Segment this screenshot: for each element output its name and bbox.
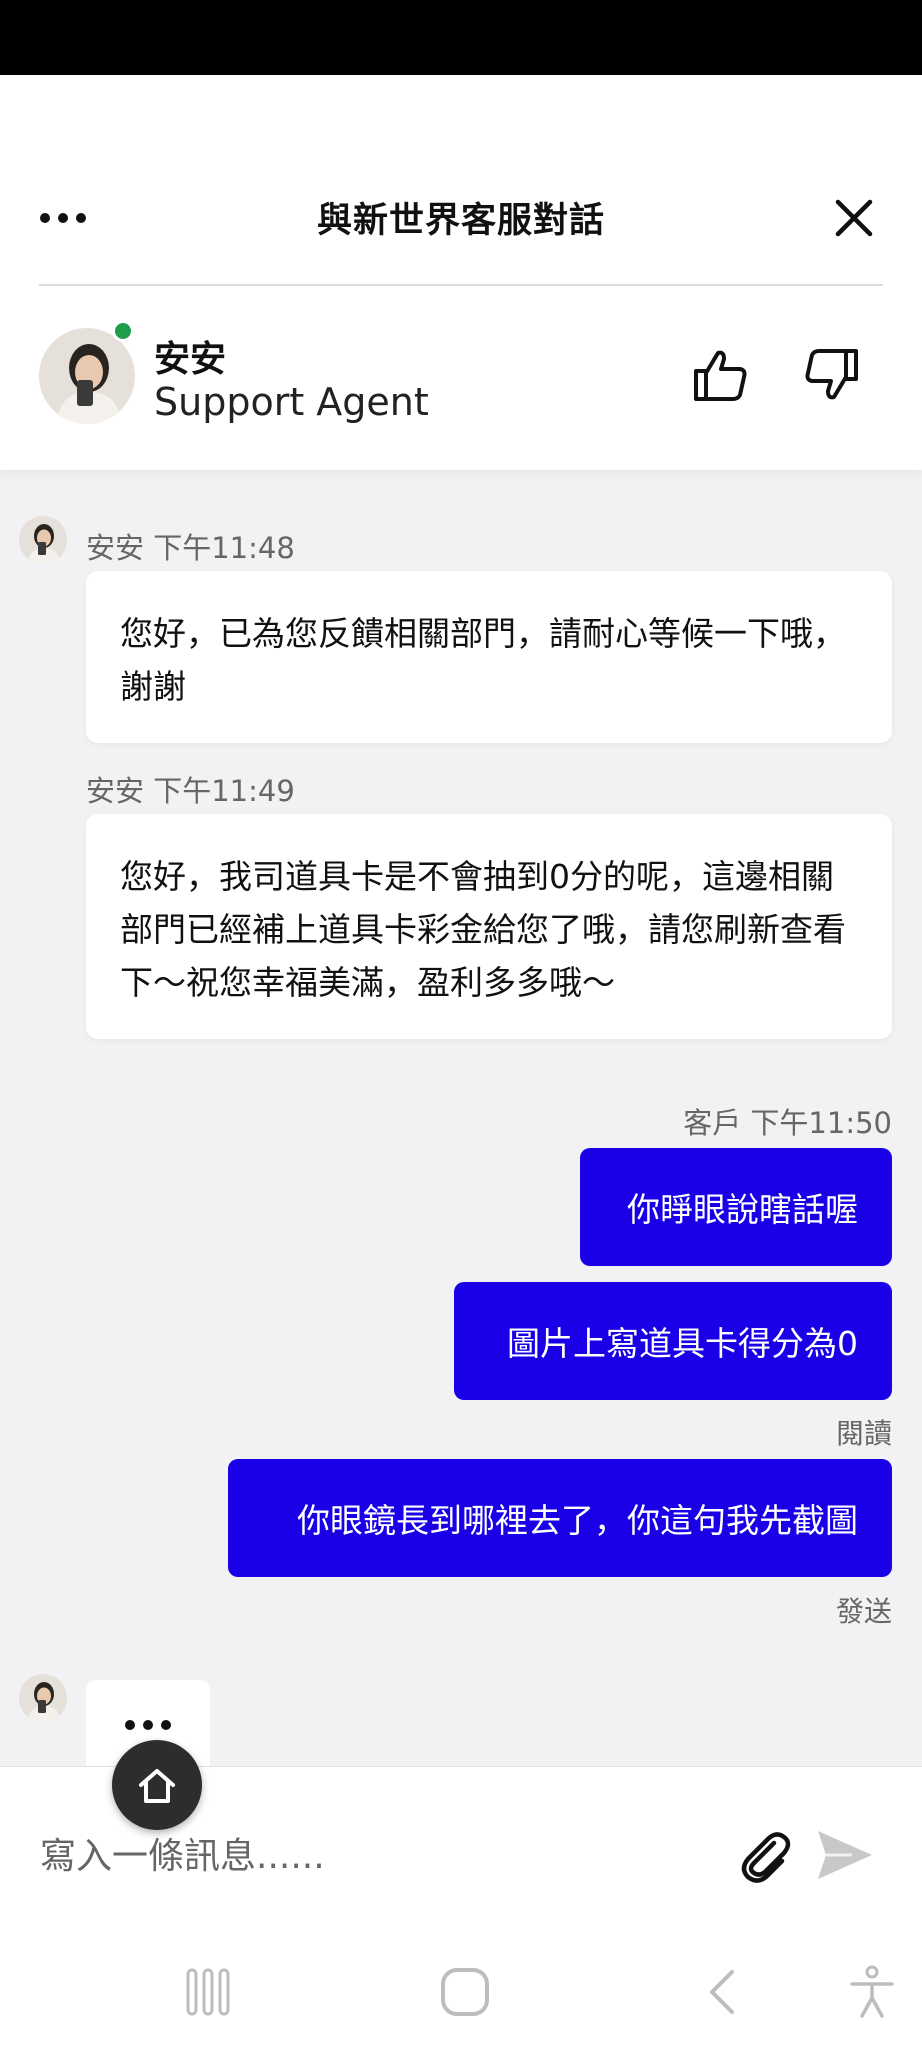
thumbs-down-icon [805,349,858,400]
typing-dot [143,1720,153,1730]
online-status-indicator [112,320,134,342]
message-sender: 客戶 [683,1106,742,1140]
chat-header [0,75,922,470]
typing-avatar [19,1674,67,1722]
message-time: 下午11:48 [153,531,295,565]
rate-up-button[interactable] [690,345,750,405]
status-bar [0,0,922,75]
message-status: 發送 [835,1595,892,1628]
agent-name: 安安 [154,339,227,380]
agent-role: Support Agent [154,380,429,424]
android-home-icon [441,1968,489,2016]
back-icon [710,1970,734,2014]
message-meta: 安安 下午11:49 [86,768,295,810]
home-icon [139,1769,175,1803]
chat-title: 與新世界客服對話 [316,201,605,241]
header-divider [39,284,883,286]
typing-dot [125,1720,135,1730]
recents-button[interactable] [178,1962,238,2022]
outgoing-message: 你睜眼說瞎話喔 [580,1148,892,1266]
message-meta: 客戶 下午11:50 [683,1100,892,1142]
message-time: 下午11:49 [153,774,295,808]
paperclip-icon [741,1832,791,1883]
recents-icon [186,1968,230,2016]
rate-down-button[interactable] [802,345,862,405]
incoming-message: 您好，我司道具卡是不會抽到0分的呢，這邊相關部門已經補上道具卡彩金給您了哦，請您… [86,814,892,1039]
system-home-button[interactable] [435,1962,495,2022]
message-meta: 安安 下午11:48 [86,525,295,567]
home-button[interactable] [112,1740,202,1830]
typing-dot [161,1720,171,1730]
system-nav-bar [0,1932,922,2048]
message-time: 下午11:50 [750,1106,892,1140]
message-sender: 安安 [86,774,145,808]
thumbs-up-icon [694,350,747,401]
attach-button[interactable] [734,1825,794,1885]
outgoing-message: 圖片上寫道具卡得分為0 [454,1282,892,1400]
agent-avatar [39,328,135,424]
message-sender: 安安 [86,531,145,565]
accessibility-icon [850,1965,894,2018]
message-avatar [19,516,67,564]
message-input[interactable] [38,1825,702,1887]
send-button[interactable] [814,1825,876,1885]
close-icon [835,199,873,237]
send-icon [818,1831,872,1879]
accessibility-button[interactable] [842,1962,902,2022]
close-button[interactable] [828,192,880,244]
outgoing-message: 你眼鏡長到哪裡去了，你這句我先截圖 [228,1459,892,1577]
back-button[interactable] [694,1962,754,2022]
incoming-message: 您好，已為您反饋相關部門，請耐心等候一下哦，謝謝 [86,571,892,743]
message-status: 閱讀 [835,1417,892,1450]
